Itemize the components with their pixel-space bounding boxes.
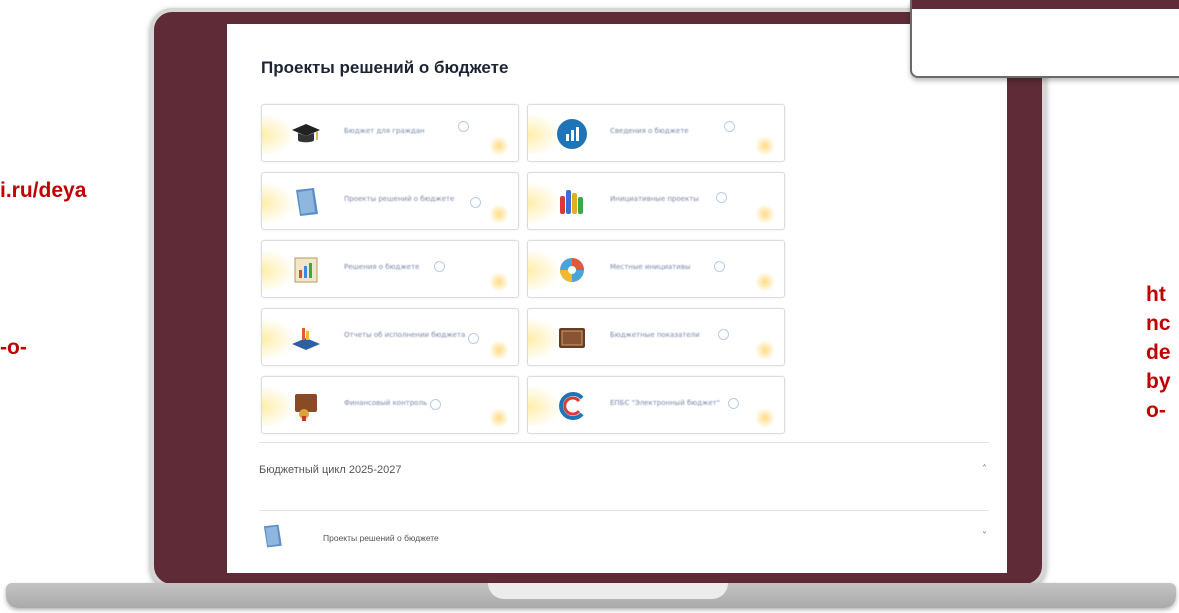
bar-chart-icon [557, 119, 587, 149]
card-label: Бюджет для граждан [344, 127, 425, 135]
card-initiative-projects[interactable]: Инициативные проекты [527, 172, 785, 230]
accordion-title: Бюджетный цикл 2025-2027 [259, 464, 402, 476]
card-budget-info[interactable]: Сведения о бюджете [527, 104, 785, 162]
raised-hands-icon [560, 190, 583, 214]
card-label: Финансовый контроль [344, 399, 428, 407]
card-budget-indicators[interactable]: Бюджетные показатели [527, 308, 785, 366]
globe-people-icon [560, 258, 584, 282]
certificate-icon [295, 394, 317, 421]
card-label: Инициативные проекты [610, 195, 699, 203]
chevron-up-icon: ˄ [982, 464, 987, 475]
search-icon [716, 192, 727, 203]
card-budget-drafts[interactable]: Проекты решений о бюджете [261, 172, 519, 230]
accordion-sub-item[interactable]: Проекты решений о бюджете ˅ [227, 511, 1007, 573]
page-title: Проекты решений о бюджете [261, 58, 509, 77]
search-icon [714, 261, 725, 272]
book-icon [559, 328, 585, 348]
report-chart-icon [294, 257, 318, 283]
search-icon [468, 333, 479, 344]
laptop-notch [488, 583, 728, 599]
calculator-chart-icon [292, 328, 320, 350]
graduation-cap-icon [292, 124, 320, 143]
side-url-line: nc [1146, 312, 1171, 335]
side-url-fragment: i.ru/deya [0, 179, 87, 202]
search-icon [728, 398, 739, 409]
card-budget-decisions[interactable]: Решения о бюджете [261, 240, 519, 298]
side-url-fragment-right: ht nc de by o- [1146, 280, 1179, 425]
card-electronic-budget[interactable]: ЕПБС "Электронный бюджет" [527, 376, 785, 434]
search-icon [718, 329, 729, 340]
card-execution-reports[interactable]: Отчеты об исполнении бюджета [261, 308, 519, 366]
side-url-line: by [1146, 370, 1171, 393]
search-icon [430, 399, 441, 410]
card-local-initiatives[interactable]: Местные инициативы [527, 240, 785, 298]
search-icon [724, 121, 735, 132]
sub-item-label: Проекты решений о бюджете [323, 533, 439, 543]
side-url-line: de [1146, 341, 1171, 364]
laptop-screen: Проекты решений о бюджете Бюджет для гра… [227, 24, 1007, 573]
card-label: Бюджетные показатели [610, 331, 700, 339]
card-label: Сведения о бюджете [610, 127, 689, 135]
accordion-budget-cycle[interactable]: Бюджетный цикл 2025-2027 ˄ [227, 442, 1007, 510]
document-icon [263, 524, 282, 548]
card-label: Решения о бюджете [344, 263, 420, 271]
side-url-fragment: -о- [0, 336, 27, 359]
search-icon [458, 121, 469, 132]
side-url-line: ht [1146, 283, 1166, 306]
side-url-line: o- [1146, 399, 1166, 422]
search-icon [470, 197, 481, 208]
chevron-down-icon: ˅ [982, 531, 987, 542]
card-label: Местные инициативы [610, 263, 691, 271]
document-icon [296, 188, 318, 216]
electronic-budget-icon [559, 392, 584, 420]
overlay-panel [910, 0, 1179, 78]
card-financial-control[interactable]: Финансовый контроль [261, 376, 519, 434]
card-budget-for-citizens[interactable]: Бюджет для граждан [261, 104, 519, 162]
search-icon [434, 261, 445, 272]
